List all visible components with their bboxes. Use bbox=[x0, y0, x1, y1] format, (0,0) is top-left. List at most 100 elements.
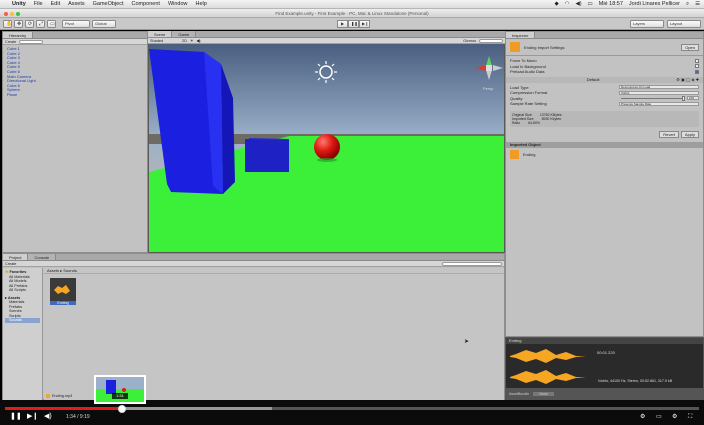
wifi-icon[interactable]: ◠ bbox=[565, 1, 570, 7]
tab-game[interactable]: Game bbox=[172, 31, 197, 37]
preview-info: Vorbis, 44100 Hz, Stereo, 00:52.861, 317… bbox=[598, 379, 673, 383]
tab-console[interactable]: Console bbox=[28, 254, 57, 260]
load-in-background-checkbox[interactable] bbox=[695, 64, 699, 69]
dropbox-icon[interactable]: ◆ bbox=[554, 1, 558, 7]
seek-preview-thumbnail bbox=[94, 375, 146, 404]
shading-dropdown[interactable]: Shaded bbox=[150, 39, 163, 43]
total-time: 9:19 bbox=[79, 414, 90, 420]
asset-bundle-dropdown[interactable]: None bbox=[533, 391, 554, 396]
unity-toolbar: ✋ ✥ ⟳ ⤢ ▭ Pivot Global ▶ ❚❚ ▶❙ Layers La… bbox=[0, 18, 704, 30]
revert-button[interactable]: Revert bbox=[659, 130, 679, 138]
global-toggle[interactable]: Global bbox=[92, 19, 116, 28]
preload-audio-data-label: Preload Audio Data bbox=[510, 69, 545, 75]
pause-icon[interactable]: ❚❚ bbox=[10, 413, 22, 421]
hierarchy-item[interactable]: Plane bbox=[7, 92, 143, 98]
menu-edit[interactable]: Edit bbox=[51, 1, 60, 7]
scale-tool-icon[interactable]: ⤢ bbox=[36, 19, 45, 28]
force-to-mono-label: Force To Mono bbox=[510, 58, 537, 64]
platform-icons[interactable]: ⚙ ▣ ◯ ◈ ✚ bbox=[676, 77, 699, 83]
volume-icon[interactable]: ◀) bbox=[575, 1, 581, 7]
play-controls: ▶ ❚❚ ▶❙ bbox=[337, 20, 370, 28]
hierarchy-list: Cube 1 Cube 2 Cube 3 Cube 4 Cube 5 Cube … bbox=[3, 45, 147, 100]
force-to-mono-checkbox[interactable] bbox=[695, 58, 699, 63]
sample-rate-dropdown[interactable]: Preserve Sample Rate bbox=[619, 101, 699, 106]
rect-tool-icon[interactable]: ▭ bbox=[47, 19, 56, 28]
tab-project[interactable]: Project bbox=[3, 254, 29, 260]
breadcrumb-assets[interactable]: Assets bbox=[47, 268, 59, 273]
move-tool-icon[interactable]: ✥ bbox=[14, 19, 23, 28]
zoom-window-icon[interactable] bbox=[16, 11, 20, 16]
inspector-panel: Inspector Ending Import Settings Open Fo… bbox=[505, 31, 704, 337]
menu-gameobject[interactable]: GameObject bbox=[93, 1, 124, 7]
battery-icon[interactable]: ▭ bbox=[588, 1, 593, 7]
pivot-toggle[interactable]: Pivot bbox=[62, 19, 90, 28]
tab-inspector[interactable]: Inspector bbox=[506, 32, 536, 38]
waveform[interactable]: 00:01.220 Vorbis, 44100 Hz, Stereo, 00:5… bbox=[506, 344, 703, 388]
menu-help[interactable]: Help bbox=[196, 1, 207, 7]
quality-slider[interactable] bbox=[621, 95, 685, 101]
hierarchy-search-input[interactable] bbox=[19, 39, 44, 44]
captions-icon[interactable]: ⚙ bbox=[640, 413, 645, 421]
clock[interactable]: Mié 18:57 bbox=[599, 1, 623, 7]
rotate-tool-icon[interactable]: ⟳ bbox=[25, 19, 34, 28]
close-window-icon[interactable] bbox=[4, 11, 8, 16]
project-status: Ending.mp3 bbox=[46, 394, 72, 398]
tab-hierarchy[interactable]: Hierarchy bbox=[3, 32, 34, 38]
progress-fill bbox=[5, 407, 122, 410]
hand-tool-icon[interactable]: ✋ bbox=[3, 19, 12, 28]
preload-audio-data-checkbox[interactable] bbox=[695, 69, 699, 74]
breadcrumb: Assets ▸ Sounds bbox=[44, 268, 504, 274]
progress-bar[interactable] bbox=[5, 404, 699, 413]
folder-icon: ▸ bbox=[5, 295, 7, 300]
next-icon[interactable]: ▶❙ bbox=[27, 413, 38, 421]
menu-component[interactable]: Component bbox=[132, 1, 160, 7]
user-name[interactable]: Jordi Linares Pellicer bbox=[629, 1, 680, 7]
audio-toggle-icon[interactable]: ◀) bbox=[196, 38, 200, 43]
step-button[interactable]: ▶❙ bbox=[359, 20, 370, 28]
scrubber-handle[interactable] bbox=[117, 404, 126, 413]
breadcrumb-sounds[interactable]: Sounds bbox=[63, 268, 77, 273]
spotlight-icon[interactable]: ⌕ bbox=[686, 1, 689, 8]
project-search-input[interactable] bbox=[442, 261, 502, 266]
favorites-label: Favorites bbox=[9, 270, 27, 274]
fullscreen-icon[interactable]: ⛶ bbox=[688, 413, 692, 421]
hierarchy-create-button[interactable]: Create bbox=[5, 40, 16, 44]
scene-search-input[interactable] bbox=[479, 38, 503, 43]
minimize-window-icon[interactable] bbox=[10, 11, 14, 16]
mac-menubar: Unity File Edit Assets GameObject Compon… bbox=[0, 0, 704, 9]
menu-app[interactable]: Unity bbox=[12, 1, 26, 7]
menu-file[interactable]: File bbox=[34, 1, 43, 7]
load-type-label: Load Type bbox=[510, 84, 529, 90]
miniplayer-icon[interactable]: ▭ bbox=[656, 413, 662, 421]
layers-dropdown[interactable]: Layers bbox=[630, 19, 664, 28]
quality-field[interactable]: 100 bbox=[687, 96, 699, 101]
layout-dropdown[interactable]: Layout bbox=[667, 19, 701, 28]
project-create-button[interactable]: Create bbox=[5, 262, 16, 266]
ending-asset-tile[interactable]: Ending bbox=[50, 278, 76, 308]
assets-label: Assets bbox=[7, 295, 21, 300]
apply-button[interactable]: Apply bbox=[680, 130, 699, 138]
load-in-background-label: Load In Background bbox=[510, 63, 546, 69]
menu-window[interactable]: Window bbox=[168, 1, 188, 7]
menu-assets[interactable]: Assets bbox=[68, 1, 85, 7]
scene-viewport[interactable]: Persp bbox=[149, 44, 504, 252]
settings-icon[interactable]: ⚙ bbox=[672, 413, 677, 421]
open-button[interactable]: Open bbox=[681, 43, 699, 51]
persp-label: Persp bbox=[483, 86, 494, 91]
seek-preview-time: 1:31 bbox=[112, 393, 128, 399]
gizmos-dropdown[interactable]: Gizmos bbox=[463, 39, 476, 43]
load-type-dropdown[interactable]: Decompress On Load bbox=[619, 85, 699, 90]
volume-icon[interactable]: ◀) bbox=[44, 413, 52, 421]
favorite-item[interactable]: All Scripts bbox=[5, 288, 40, 293]
play-button[interactable]: ▶ bbox=[337, 20, 348, 28]
2d-toggle[interactable]: 2D bbox=[182, 39, 187, 43]
project-panel: Project Console Create ★ Favorites All M… bbox=[2, 253, 505, 400]
asset-folder-selected[interactable]: Sounds bbox=[5, 318, 40, 323]
default-platform-tab[interactable]: Default bbox=[510, 77, 676, 83]
notification-icon[interactable]: ☰ bbox=[695, 1, 700, 7]
pause-button[interactable]: ❚❚ bbox=[348, 20, 359, 28]
compression-label: Compression Format bbox=[510, 90, 548, 96]
tab-scene[interactable]: Scene bbox=[148, 31, 173, 37]
lighting-toggle-icon[interactable]: ☀ bbox=[190, 38, 193, 43]
compression-dropdown[interactable]: Vorbis bbox=[619, 90, 699, 95]
